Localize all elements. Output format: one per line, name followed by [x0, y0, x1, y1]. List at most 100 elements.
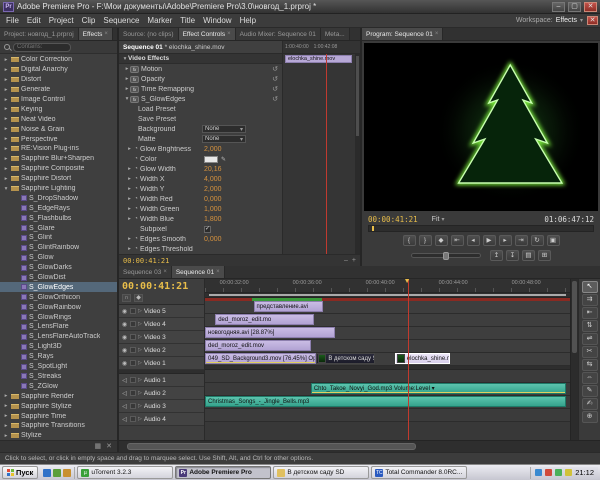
reset-effect-icon[interactable]: ↺	[272, 75, 278, 83]
effect-item-s-dropshadow[interactable]: S_DropShadow	[0, 193, 117, 203]
hand-tool[interactable]: ✍	[582, 398, 598, 410]
track-lock-toggle[interactable]	[130, 390, 136, 396]
param-value[interactable]: 0,000	[204, 196, 222, 203]
task-button-utorrent-3-2-3[interactable]: µuTorrent 3.2.3	[77, 466, 173, 479]
tray-icon-1[interactable]	[535, 469, 542, 476]
menu-edit[interactable]: Edit	[23, 15, 45, 26]
effects-search-input[interactable]	[13, 43, 71, 52]
track-lock-toggle[interactable]	[130, 347, 136, 353]
track-twirl-icon[interactable]: ▷	[138, 360, 142, 366]
loop-button[interactable]: ↻	[531, 235, 544, 246]
close-tab-icon[interactable]: ×	[435, 31, 439, 37]
track-output-toggle[interactable]: ◉	[121, 308, 128, 315]
menu-file[interactable]: File	[2, 15, 23, 26]
effect-item-s-glintrainbow[interactable]: S_GlintRainbow	[0, 243, 117, 253]
set-out-point-button[interactable]: }	[419, 235, 432, 246]
vertical-scroll-thumb[interactable]	[572, 281, 577, 353]
timeline-timecode[interactable]: 00:00:41:21	[122, 281, 201, 292]
param-row-width-x[interactable]: ▸◔Width X4,000	[119, 174, 282, 184]
track-lock-toggle[interactable]	[130, 403, 136, 409]
rolling-edit-tool[interactable]: ⇅	[582, 320, 598, 332]
reset-effect-icon[interactable]: ↺	[272, 65, 278, 73]
timeline-clip-chto-takoe-novyi-god-mp3-volume-level[interactable]: Chto_Takoe_Novyi_God.mp3 Volume:Level ▾	[311, 383, 567, 394]
param-value[interactable]: 1,800	[204, 216, 222, 223]
track-lane-audio-3[interactable]: Christmas_Songs_-_Jingle_Bells.mp3	[205, 396, 570, 409]
track-lock-toggle[interactable]	[130, 360, 136, 366]
timeline-clip-elochka-shine-mov[interactable]: elochka_shine.mov	[395, 353, 450, 364]
ecw-tab-effect-controls[interactable]: Effect Controls×	[179, 28, 236, 40]
track-lock-toggle[interactable]	[130, 308, 136, 314]
effects-folder-re-vision-plug-ins[interactable]: ▸RE:Vision Plug-ins	[0, 144, 117, 154]
timeline-clip-christmas-songs-jingle-bells-mp3[interactable]: Christmas_Songs_-_Jingle_Bells.mp3	[205, 396, 566, 407]
track-lane-video-5[interactable]: представление.avi	[205, 301, 570, 314]
param-row-color[interactable]: ◔Color✎	[119, 154, 282, 164]
param-value[interactable]: 1,000	[204, 206, 222, 213]
minimize-button[interactable]: –	[552, 2, 565, 12]
param-value[interactable]: 20,16	[204, 166, 222, 173]
param-checkbox[interactable]: ✓	[204, 226, 211, 233]
effects-panel-tab-project-1-prproj[interactable]: Project: новгод_1.prproj	[0, 28, 79, 40]
program-tab-program-sequence-01[interactable]: Program: Sequence 01×	[362, 28, 443, 40]
go-to-out-button[interactable]: ⇥	[515, 235, 528, 246]
zoom-tool[interactable]: ⊕	[582, 411, 598, 423]
trim-button[interactable]: ⊞	[538, 250, 551, 261]
param-dropdown[interactable]: None▾	[202, 135, 246, 143]
video-effects-section[interactable]: ▾Video Effects	[119, 54, 282, 64]
param-value[interactable]: 4,000	[204, 176, 222, 183]
track-mute-toggle[interactable]: ◁	[121, 390, 128, 397]
start-button[interactable]: Пуск	[2, 466, 38, 479]
effect-item-s-lensflareautotrack[interactable]: S_LensFlareAutoTrack	[0, 332, 117, 342]
step-back-button[interactable]: ◂	[467, 235, 480, 246]
timeline-clip-ded-moroz-edit-mov[interactable]: ded_moroz_edit.mov	[205, 340, 311, 351]
param-row-width-red[interactable]: ▸◔Width Red0,000	[119, 194, 282, 204]
stopwatch-icon[interactable]: ◔	[132, 146, 140, 152]
effect-item-s-flashbulbs[interactable]: S_Flashbulbs	[0, 213, 117, 223]
step-forward-button[interactable]: ▸	[499, 235, 512, 246]
param-dropdown[interactable]: None▾	[202, 125, 246, 133]
effect-row-time-remapping[interactable]: ▸fxTime Remapping↺	[119, 84, 282, 94]
stopwatch-icon[interactable]: ◔	[132, 156, 140, 162]
timeline-clip-sd[interactable]: В детском саду SD	[316, 353, 374, 364]
color-swatch[interactable]	[204, 156, 218, 163]
effect-row-motion[interactable]: ▸fxMotion↺	[119, 64, 282, 74]
delete-item-button[interactable]: ✕	[106, 442, 112, 452]
effect-item-s-glowdarks[interactable]: S_GlowDarks	[0, 263, 117, 273]
effect-item-s-glowdist[interactable]: S_GlowDist	[0, 273, 117, 283]
horizontal-scroll-thumb[interactable]	[127, 443, 416, 450]
timeline-ruler[interactable]: 00:00:32:0000:00:36:0000:00:40:0000:00:4…	[205, 279, 570, 293]
param-value[interactable]: 2,000	[204, 186, 222, 193]
stopwatch-icon[interactable]: ◔	[132, 166, 140, 172]
param-row-glow-width[interactable]: ▸◔Glow Width20,16	[119, 164, 282, 174]
ecw-tab-source-no-clips[interactable]: Source: (no clips)	[119, 28, 179, 40]
param-row-subpixel[interactable]: Subpixel✓	[119, 224, 282, 234]
pen-tool[interactable]: ✎	[582, 385, 598, 397]
program-current-time[interactable]: 00:00:41:21	[368, 215, 418, 224]
close-tab-icon[interactable]: ×	[163, 269, 167, 275]
effects-folder-distort[interactable]: ▸Distort	[0, 75, 117, 85]
menu-title[interactable]: Title	[176, 15, 199, 26]
effects-folder-noise-grain[interactable]: ▸Noise & Grain	[0, 124, 117, 134]
effect-item-s-gloworthicon[interactable]: S_GlowOrthicon	[0, 292, 117, 302]
program-zoom-select[interactable]: Fit ▾	[432, 216, 445, 223]
effects-folder-neat-video[interactable]: ▸Neat Video	[0, 114, 117, 124]
track-lane-video-3[interactable]: новогодняя.avi [28.87%]	[205, 327, 570, 340]
track-twirl-icon[interactable]: ▷	[138, 377, 142, 383]
effect-row-s-glowedges[interactable]: ▾fxS_GlowEdges↺	[119, 94, 282, 104]
track-lock-toggle[interactable]	[130, 416, 136, 422]
program-scrub-cti[interactable]	[372, 226, 374, 231]
ripple-edit-tool[interactable]: ⇤	[582, 307, 598, 319]
timeline-tab-sequence-03[interactable]: Sequence 03×	[119, 266, 172, 278]
track-twirl-icon[interactable]: ▷	[138, 416, 142, 422]
go-to-in-button[interactable]: ⇤	[451, 235, 464, 246]
effect-item-s-lensflare[interactable]: S_LensFlare	[0, 322, 117, 332]
rate-stretch-tool[interactable]: ⇌	[582, 333, 598, 345]
track-lane-video-2[interactable]: ded_moroz_edit.mov	[205, 340, 570, 353]
set-in-point-button[interactable]: {	[403, 235, 416, 246]
effect-item-s-glare[interactable]: S_Glare	[0, 223, 117, 233]
task-button-total-commander-8-0rc[interactable]: TCTotal Commander 8.0RC...	[371, 466, 467, 479]
menu-project[interactable]: Project	[45, 15, 78, 26]
program-scrub-bar[interactable]	[368, 225, 594, 232]
set-sequence-marker-button[interactable]: ◆	[134, 294, 143, 302]
lift-button[interactable]: ↥	[490, 250, 503, 261]
effects-folder-sapphire-distort[interactable]: ▸Sapphire Distort	[0, 174, 117, 184]
